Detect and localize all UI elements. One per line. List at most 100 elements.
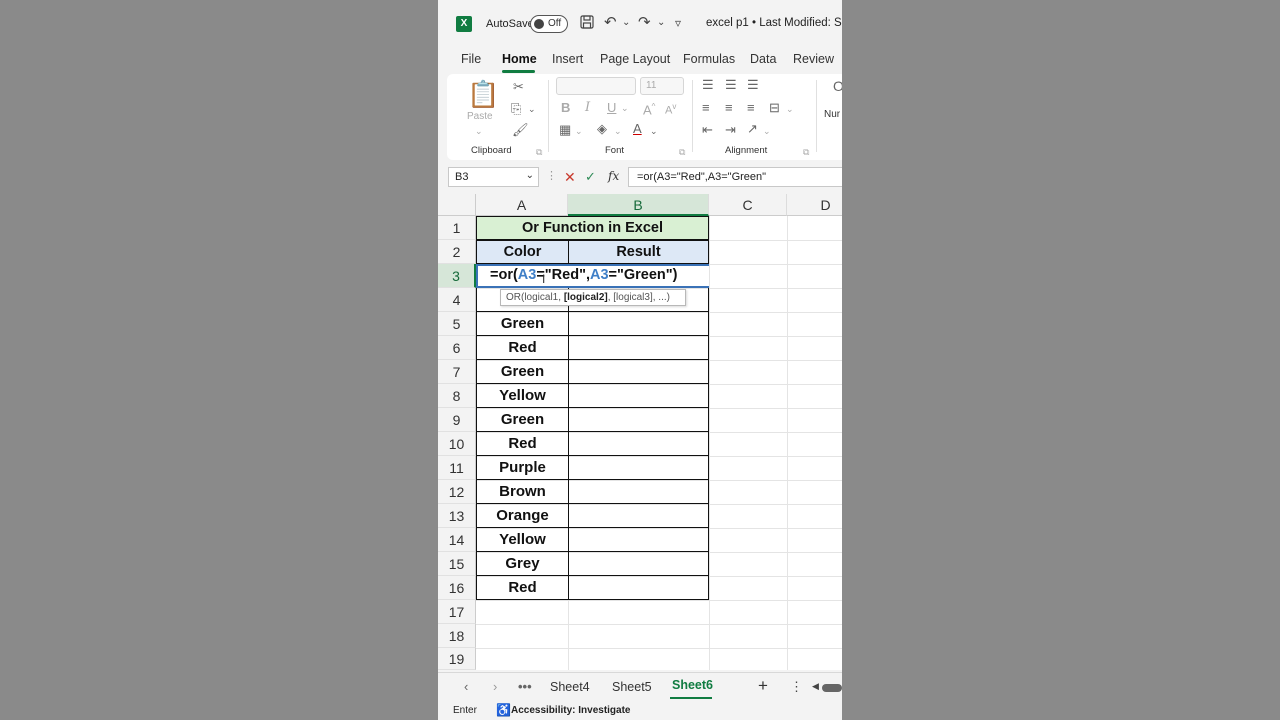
align-middle-icon[interactable]: ☰ bbox=[725, 78, 737, 92]
align-top-icon[interactable]: ☰ bbox=[702, 78, 714, 92]
row-header-11[interactable]: 11 bbox=[438, 456, 476, 480]
table-cell[interactable] bbox=[568, 408, 709, 432]
tab-home[interactable]: Home bbox=[502, 52, 537, 66]
grow-font-icon[interactable]: A^ bbox=[643, 100, 655, 117]
table-cell[interactable] bbox=[568, 432, 709, 456]
row-header-1[interactable]: 1 bbox=[438, 216, 476, 240]
merge-center-icon[interactable]: ⊟ bbox=[769, 101, 780, 115]
row-header-18[interactable]: 18 bbox=[438, 624, 476, 648]
table-cell[interactable] bbox=[568, 576, 709, 600]
color-cell[interactable]: Red bbox=[476, 336, 569, 360]
paste-icon[interactable]: 📋 bbox=[467, 80, 499, 108]
align-bottom-icon[interactable]: ☰ bbox=[747, 78, 759, 92]
undo-dropdown-icon[interactable]: ⌄ bbox=[622, 14, 630, 32]
copy-icon[interactable]: ⎘ bbox=[511, 102, 521, 116]
color-cell[interactable]: Orange bbox=[476, 504, 569, 528]
fill-dropdown-icon[interactable]: ⌄ bbox=[614, 124, 622, 138]
prev-sheet-icon[interactable]: ‹ bbox=[464, 679, 468, 694]
column-header-c[interactable]: C bbox=[709, 194, 787, 216]
row-header-5[interactable]: 5 bbox=[438, 312, 476, 336]
clipboard-launcher-icon[interactable]: ⧉ bbox=[536, 145, 542, 159]
column-header-a[interactable]: A bbox=[476, 194, 568, 216]
column-header-d[interactable]: D bbox=[787, 194, 842, 216]
row-header-19[interactable]: 19 bbox=[438, 648, 476, 670]
table-cell[interactable] bbox=[568, 504, 709, 528]
color-cell[interactable]: Green bbox=[476, 408, 569, 432]
format-painter-icon[interactable]: 🖌 bbox=[512, 123, 529, 137]
italic-icon[interactable]: I bbox=[585, 101, 590, 115]
borders-dropdown-icon[interactable]: ⌄ bbox=[575, 124, 583, 138]
scroll-left-icon[interactable]: ◀ bbox=[812, 681, 819, 692]
row-header-14[interactable]: 14 bbox=[438, 528, 476, 552]
tab-data[interactable]: Data bbox=[750, 52, 776, 66]
table-cell[interactable] bbox=[568, 552, 709, 576]
accessibility-status[interactable]: Accessibility: Investigate bbox=[511, 705, 631, 716]
row-header-3[interactable]: 3 bbox=[438, 264, 476, 288]
font-size-select[interactable]: 11 bbox=[640, 77, 684, 95]
align-right-icon[interactable]: ≡ bbox=[747, 101, 755, 115]
row-header-12[interactable]: 12 bbox=[438, 480, 476, 504]
table-cell[interactable] bbox=[568, 384, 709, 408]
redo-dropdown-icon[interactable]: ⌄ bbox=[657, 14, 665, 32]
alignment-launcher-icon[interactable]: ⧉ bbox=[803, 145, 809, 159]
font-launcher-icon[interactable]: ⧉ bbox=[679, 145, 685, 159]
borders-icon[interactable]: ▦ bbox=[559, 123, 571, 137]
tab-page-layout[interactable]: Page Layout bbox=[600, 52, 670, 66]
table-title-cell[interactable]: Or Function in Excel bbox=[476, 216, 709, 240]
merge-dropdown-icon[interactable]: ⌄ bbox=[786, 102, 794, 116]
in-cell-formula[interactable]: =or(A3="Red",A3="Green") bbox=[490, 267, 677, 283]
header-cell-color[interactable]: Color bbox=[476, 240, 569, 264]
name-box-dropdown-icon[interactable]: ⌄ bbox=[526, 170, 534, 181]
table-cell[interactable] bbox=[568, 360, 709, 384]
align-left-icon[interactable]: ≡ bbox=[702, 101, 710, 115]
worksheet-grid[interactable]: A B C D 1 2 3 4 5 6 7 8 9 10 11 12 13 14… bbox=[438, 194, 842, 670]
table-cell[interactable] bbox=[568, 480, 709, 504]
save-icon[interactable] bbox=[579, 14, 595, 35]
row-header-13[interactable]: 13 bbox=[438, 504, 476, 528]
font-color-icon[interactable]: A bbox=[633, 122, 642, 136]
color-cell[interactable]: Yellow bbox=[476, 528, 569, 552]
redo-icon[interactable]: ↷ bbox=[638, 14, 651, 32]
color-cell[interactable]: Brown bbox=[476, 480, 569, 504]
enter-check-icon[interactable]: ✓ bbox=[585, 169, 596, 185]
function-tooltip[interactable]: OR(logical1, [logical2], [logical3], ...… bbox=[500, 289, 686, 306]
orientation-icon[interactable]: ↗ bbox=[747, 122, 758, 136]
increase-indent-icon[interactable]: ⇥ bbox=[725, 123, 736, 137]
color-cell[interactable]: Yellow bbox=[476, 384, 569, 408]
row-header-17[interactable]: 17 bbox=[438, 600, 476, 624]
next-sheet-icon[interactable]: › bbox=[493, 679, 497, 694]
decrease-indent-icon[interactable]: ⇤ bbox=[702, 123, 713, 137]
tab-file[interactable]: File bbox=[461, 52, 481, 66]
row-header-10[interactable]: 10 bbox=[438, 432, 476, 456]
font-color-dropdown-icon[interactable]: ⌄ bbox=[650, 124, 658, 138]
cut-icon[interactable]: ✂ bbox=[513, 80, 524, 94]
table-cell[interactable] bbox=[568, 312, 709, 336]
insert-function-icon[interactable]: fx bbox=[608, 169, 619, 183]
more-sheets-icon[interactable]: ••• bbox=[518, 679, 532, 694]
row-header-2[interactable]: 2 bbox=[438, 240, 476, 264]
align-center-icon[interactable]: ≡ bbox=[725, 101, 733, 115]
color-cell[interactable]: Green bbox=[476, 360, 569, 384]
underline-icon[interactable]: U bbox=[607, 101, 616, 115]
copy-dropdown-icon[interactable]: ⌄ bbox=[528, 102, 536, 116]
shrink-font-icon[interactable]: Av bbox=[665, 100, 676, 118]
name-box[interactable]: B3 ⌄ bbox=[448, 167, 539, 187]
horizontal-scrollbar[interactable] bbox=[822, 684, 842, 692]
sheet-tab-sheet5[interactable]: Sheet5 bbox=[612, 680, 652, 694]
underline-dropdown-icon[interactable]: ⌄ bbox=[621, 101, 629, 115]
row-header-15[interactable]: 15 bbox=[438, 552, 476, 576]
select-all-corner[interactable] bbox=[438, 194, 476, 216]
formula-input[interactable]: =or(A3="Red",A3="Green" bbox=[628, 167, 842, 187]
row-header-9[interactable]: 9 bbox=[438, 408, 476, 432]
color-cell[interactable]: Green bbox=[476, 312, 569, 336]
table-cell[interactable] bbox=[568, 528, 709, 552]
header-cell-result[interactable]: Result bbox=[568, 240, 709, 264]
number-format-icon[interactable]: O bbox=[833, 79, 842, 93]
table-cell[interactable] bbox=[568, 336, 709, 360]
tab-review[interactable]: Review bbox=[793, 52, 834, 66]
paste-dropdown-icon[interactable]: ⌄ bbox=[475, 124, 483, 138]
table-cell[interactable] bbox=[568, 456, 709, 480]
cancel-icon[interactable]: ✕ bbox=[564, 169, 576, 186]
bold-icon[interactable]: B bbox=[561, 101, 570, 115]
row-header-4[interactable]: 4 bbox=[438, 288, 476, 312]
